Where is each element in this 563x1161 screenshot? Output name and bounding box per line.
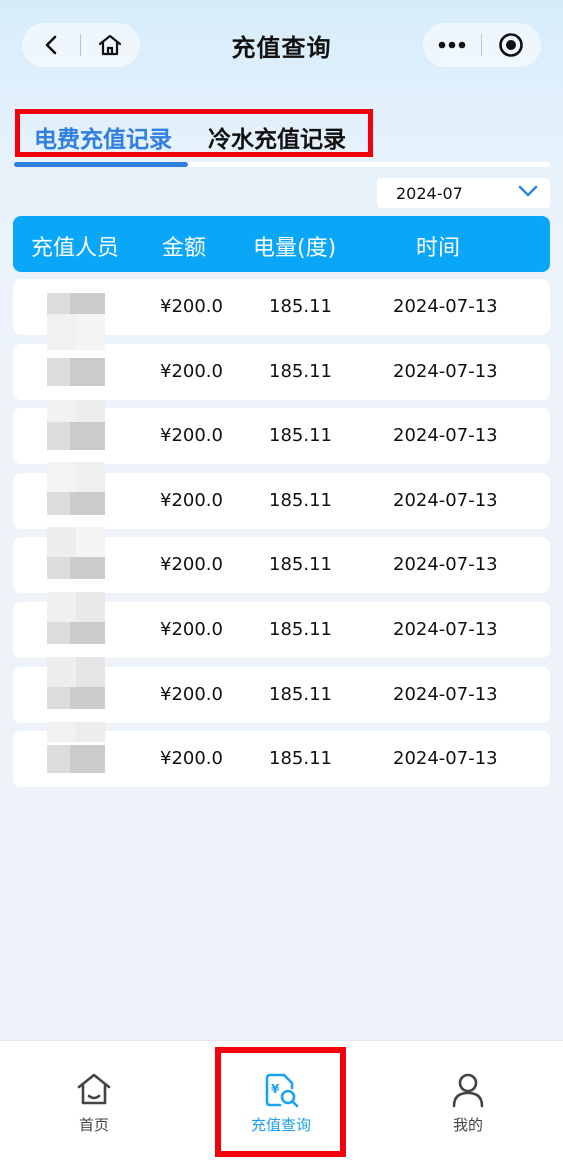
row-kwh: 185.11 xyxy=(269,554,332,576)
nav-capsule-right xyxy=(423,23,541,67)
row-kwh: 185.11 xyxy=(269,748,332,770)
row-date: 2024-07-13 xyxy=(393,618,498,640)
row-amount: ¥200.0 xyxy=(160,618,223,640)
home-icon xyxy=(77,1073,111,1105)
redaction-mosaic xyxy=(47,292,105,770)
column-header-kwh: 电量(度) xyxy=(253,236,337,261)
annotation-highlight-box xyxy=(215,1047,346,1157)
tabbar-label-mine: 我的 xyxy=(452,1116,483,1134)
month-picker-value: 2024-07 xyxy=(396,184,463,203)
tabbar-item-home[interactable]: 首页 xyxy=(24,1041,164,1161)
row-date: 2024-07-13 xyxy=(393,748,498,770)
row-amount: ¥200.0 xyxy=(160,489,223,511)
row-date: 2024-07-13 xyxy=(393,683,498,705)
nav-header: 充值查询 xyxy=(0,0,563,90)
row-date: 2024-07-13 xyxy=(393,554,498,576)
user-icon xyxy=(452,1073,484,1108)
column-header-time: 时间 xyxy=(416,236,461,261)
row-kwh: 185.11 xyxy=(269,683,332,705)
close-miniprogram-button[interactable] xyxy=(482,23,540,67)
chevron-down-icon xyxy=(518,185,538,197)
tabbar-label-home: 首页 xyxy=(78,1116,109,1134)
bottom-tab-bar: 首页 ¥ 充值查询 我的 xyxy=(0,1040,563,1161)
row-amount: ¥200.0 xyxy=(160,296,223,317)
row-kwh: 185.11 xyxy=(269,618,332,640)
row-date: 2024-07-13 xyxy=(393,296,498,317)
tab-electricity-records[interactable]: 电费充值记录 xyxy=(34,120,172,154)
month-picker[interactable]: 2024-07 xyxy=(377,178,550,208)
row-amount: ¥200.0 xyxy=(160,748,223,770)
tabbar-item-mine[interactable]: 我的 xyxy=(398,1041,538,1161)
row-date: 2024-07-13 xyxy=(393,489,498,511)
column-header-amount: 金额 xyxy=(162,236,207,261)
more-dots-icon xyxy=(438,41,466,49)
record-tabs: 电费充值记录 冷水充值记录 xyxy=(14,109,550,168)
row-date: 2024-07-13 xyxy=(393,360,498,382)
table-header: 充值人员 金额 电量(度) 时间 xyxy=(13,216,550,272)
row-amount: ¥200.0 xyxy=(160,554,223,576)
row-kwh: 185.11 xyxy=(269,425,332,447)
row-amount: ¥200.0 xyxy=(160,425,223,447)
row-kwh: 185.11 xyxy=(269,296,332,317)
column-header-person: 充值人员 xyxy=(31,236,120,261)
row-amount: ¥200.0 xyxy=(160,683,223,705)
row-date: 2024-07-13 xyxy=(393,425,498,447)
tab-active-indicator xyxy=(14,162,188,167)
tab-cold-water-records[interactable]: 冷水充值记录 xyxy=(208,120,346,154)
row-kwh: 185.11 xyxy=(269,489,332,511)
record-circle-icon xyxy=(499,33,523,57)
row-kwh: 185.11 xyxy=(269,360,332,382)
row-amount: ¥200.0 xyxy=(160,360,223,382)
more-button[interactable] xyxy=(423,23,481,67)
